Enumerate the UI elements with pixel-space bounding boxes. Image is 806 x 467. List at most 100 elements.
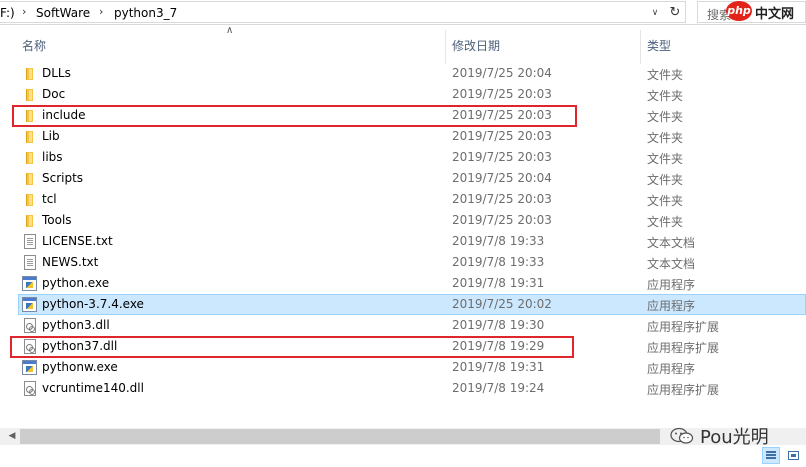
folder-icon: [21, 86, 37, 102]
column-divider[interactable]: [445, 30, 446, 64]
chevron-right-icon[interactable]: ›: [22, 5, 26, 18]
file-type: 文本文档: [647, 236, 696, 250]
folder-icon-shape: [26, 131, 33, 143]
breadcrumb-drive[interactable]: F:): [0, 6, 15, 20]
file-type: 文件夹: [647, 173, 684, 187]
breadcrumb-software[interactable]: SoftWare: [36, 6, 90, 20]
file-date: 2019/7/8 19:33: [452, 255, 545, 269]
folder-icon-shape: [26, 89, 33, 101]
file-date: 2019/7/25 20:03: [452, 150, 552, 164]
folder-icon: [21, 212, 37, 228]
chevron-down-icon[interactable]: ∨: [648, 6, 662, 20]
folder-icon-shape: [26, 215, 33, 227]
column-header-type[interactable]: 类型: [647, 37, 671, 54]
refresh-icon[interactable]: ↻: [666, 4, 684, 22]
address-bar-row: F:) › SoftWare › python3_7 ∨ ↻ 搜索 php 中文…: [0, 0, 806, 25]
column-header-date[interactable]: 修改日期: [452, 37, 500, 54]
file-name: Doc: [42, 87, 66, 101]
folder-icon-shape: [26, 68, 33, 80]
text-document-icon-shape: [24, 234, 36, 249]
file-row[interactable]: pythonw.exe 2019/7/8 19:31 应用程序: [18, 357, 806, 378]
file-name: DLLs: [42, 66, 71, 80]
text-document-icon: [21, 233, 37, 249]
large-icons-view-icon[interactable]: [784, 447, 802, 464]
file-name: tcl: [42, 192, 57, 206]
file-date: 2019/7/25 20:04: [452, 171, 552, 185]
file-date: 2019/7/8 19:31: [452, 360, 545, 374]
file-type: 应用程序: [647, 278, 696, 292]
folder-icon: [21, 128, 37, 144]
details-view-icon[interactable]: [762, 447, 780, 464]
file-date: 2019/7/25 20:03: [452, 192, 552, 206]
file-name: Scripts: [42, 171, 84, 185]
php-logo: php: [726, 1, 752, 21]
file-row[interactable]: Doc 2019/7/25 20:03 文件夹: [18, 84, 806, 105]
file-row[interactable]: DLLs 2019/7/25 20:04 文件夹: [18, 63, 806, 84]
file-type: 文本文档: [647, 257, 696, 271]
file-type: 文件夹: [647, 68, 684, 82]
file-name: python3.dll: [42, 318, 110, 332]
file-row[interactable]: python-3.7.4.exe 2019/7/25 20:02 应用程序: [18, 294, 806, 315]
file-row[interactable]: vcruntime140.dll 2019/7/8 19:24 应用程序扩展: [18, 378, 806, 399]
address-bar[interactable]: F:) › SoftWare › python3_7 ∨ ↻: [0, 1, 686, 23]
file-row[interactable]: Tools 2019/7/25 20:03 文件夹: [18, 210, 806, 231]
file-type: 文件夹: [647, 194, 684, 208]
column-header-row: ∧ 名称 修改日期 类型: [0, 24, 806, 64]
file-date: 2019/7/25 20:03: [452, 129, 552, 143]
folder-icon: [21, 65, 37, 81]
python-exe-icon: [21, 275, 37, 291]
wechat-icon: [670, 427, 694, 444]
python-exe-icon-shape: [22, 276, 37, 291]
scrollbar-thumb[interactable]: [20, 429, 660, 444]
php-site-label: 中文网: [755, 7, 795, 22]
text-document-icon: [21, 254, 37, 270]
dll-icon: [21, 317, 37, 333]
folder-icon-shape: [26, 194, 33, 206]
file-type: 文件夹: [647, 215, 684, 229]
file-name: vcruntime140.dll: [42, 381, 144, 395]
column-divider[interactable]: [640, 30, 641, 64]
file-row[interactable]: NEWS.txt 2019/7/8 19:33 文本文档: [18, 252, 806, 273]
file-name: Tools: [42, 213, 72, 227]
file-name: NEWS.txt: [42, 255, 99, 269]
scroll-left-icon[interactable]: ◀: [6, 428, 18, 445]
file-type: 文件夹: [647, 110, 684, 124]
file-row[interactable]: python.exe 2019/7/8 19:31 应用程序: [18, 273, 806, 294]
folder-icon: [21, 149, 37, 165]
chevron-right-icon[interactable]: ›: [99, 5, 103, 18]
column-header-name[interactable]: 名称: [22, 37, 46, 54]
file-row[interactable]: python3.dll 2019/7/8 19:30 应用程序扩展: [18, 315, 806, 336]
file-row[interactable]: libs 2019/7/25 20:03 文件夹: [18, 147, 806, 168]
file-type: 文件夹: [647, 89, 684, 103]
file-type: 应用程序扩展: [647, 320, 720, 334]
file-date: 2019/7/8 19:33: [452, 234, 545, 248]
breadcrumb-python3-7[interactable]: python3_7: [114, 6, 177, 20]
file-row[interactable]: tcl 2019/7/25 20:03 文件夹: [18, 189, 806, 210]
folder-icon: [21, 191, 37, 207]
file-date: 2019/7/8 19:24: [452, 381, 545, 395]
file-type: 文件夹: [647, 131, 684, 145]
file-type: 应用程序扩展: [647, 383, 720, 397]
file-type: 应用程序: [647, 299, 696, 313]
file-name: LICENSE.txt: [42, 234, 113, 248]
file-row[interactable]: Lib 2019/7/25 20:03 文件夹: [18, 126, 806, 147]
file-name: python-3.7.4.exe: [42, 297, 144, 311]
file-type: 应用程序扩展: [647, 341, 720, 355]
text-document-icon-shape: [24, 255, 36, 270]
file-type: 应用程序: [647, 362, 696, 376]
file-date: 2019/7/25 20:04: [452, 66, 552, 80]
dll-icon-shape: [24, 381, 36, 396]
file-row[interactable]: Scripts 2019/7/25 20:04 文件夹: [18, 168, 806, 189]
file-date: 2019/7/8 19:31: [452, 276, 545, 290]
sort-ascending-icon: ∧: [226, 25, 234, 36]
folder-icon: [21, 170, 37, 186]
folder-icon-shape: [26, 173, 33, 185]
python-exe-icon-shape: [22, 360, 37, 375]
file-date: 2019/7/8 19:30: [452, 318, 545, 332]
installer-exe-icon-shape: [22, 297, 37, 312]
file-row[interactable]: LICENSE.txt 2019/7/8 19:33 文本文档: [18, 231, 806, 252]
file-date: 2019/7/25 20:03: [452, 213, 552, 227]
highlight-box-python37-dll: [10, 336, 574, 358]
folder-icon-shape: [26, 152, 33, 164]
file-name: libs: [42, 150, 63, 164]
